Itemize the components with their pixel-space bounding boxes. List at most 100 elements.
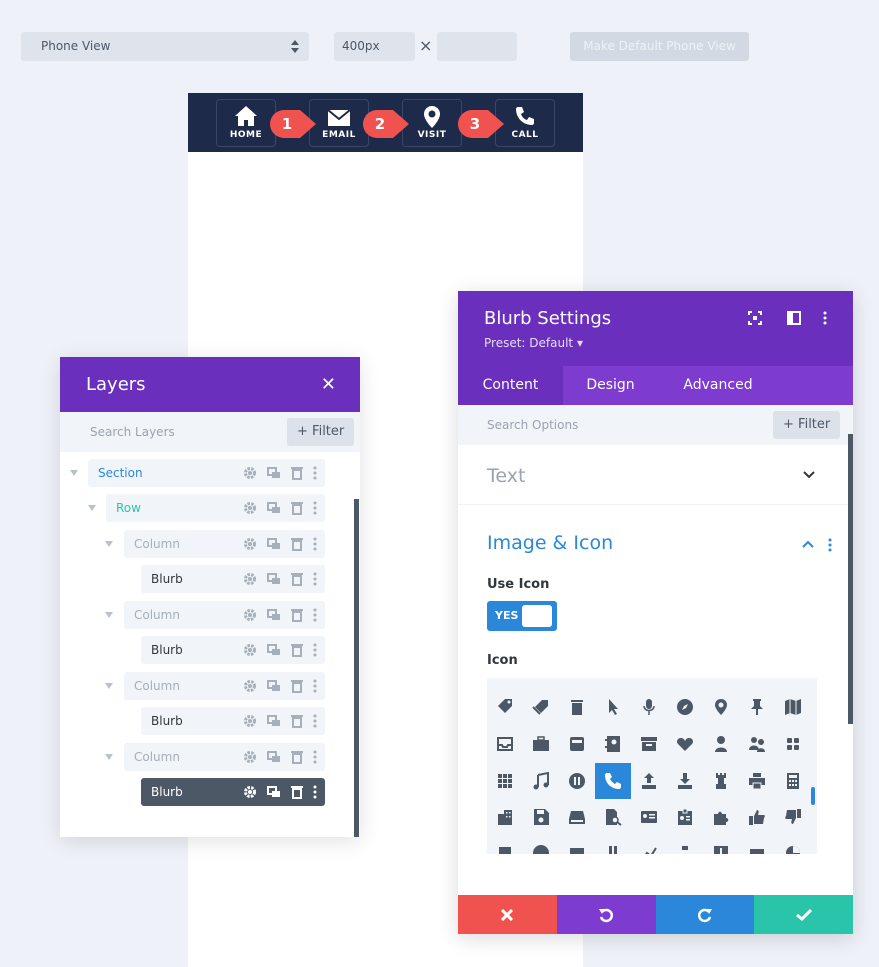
user-icon[interactable]: [703, 726, 739, 762]
more-vertical-icon[interactable]: [313, 537, 317, 551]
collapse-caret-icon[interactable]: [105, 683, 113, 689]
grid-icon[interactable]: [775, 726, 811, 762]
duplicate-icon[interactable]: [267, 501, 281, 515]
building-icon[interactable]: [487, 799, 523, 835]
collapse-caret-icon[interactable]: [105, 754, 113, 760]
apps-grid-icon[interactable]: [487, 763, 523, 799]
gear-icon[interactable]: [243, 643, 257, 657]
more-vertical-icon[interactable]: [313, 679, 317, 693]
heart-icon[interactable]: [667, 726, 703, 762]
tab-design[interactable]: Design: [563, 366, 658, 405]
more-vertical-icon[interactable]: [313, 501, 317, 515]
width-input[interactable]: 400px: [334, 32, 415, 61]
layers-search-input[interactable]: Search Layers: [90, 425, 175, 439]
trash-icon[interactable]: [291, 679, 303, 693]
layers-filter-button[interactable]: + Filter: [287, 418, 355, 446]
gear-icon[interactable]: [243, 608, 257, 622]
layer-row[interactable]: Row: [106, 494, 325, 522]
trash-icon[interactable]: [291, 501, 303, 515]
gear-icon[interactable]: [243, 785, 257, 799]
duplicate-icon[interactable]: [267, 714, 281, 728]
hard-drive-icon[interactable]: [559, 799, 595, 835]
tags-icon[interactable]: [523, 689, 559, 725]
icon-grid-scrollbar[interactable]: [811, 787, 815, 805]
more-vertical-icon[interactable]: [313, 643, 317, 657]
gear-icon[interactable]: [243, 750, 257, 764]
phone-icon-selected[interactable]: [595, 763, 631, 799]
height-input[interactable]: [437, 32, 517, 61]
tag-partial-icon[interactable]: [487, 835, 523, 854]
file-search-icon[interactable]: [595, 799, 631, 835]
focus-icon[interactable]: [748, 311, 762, 325]
tag-icon[interactable]: [487, 689, 523, 725]
more-vertical-icon[interactable]: [313, 750, 317, 764]
split-view-icon[interactable]: [787, 311, 801, 325]
duplicate-icon[interactable]: [267, 572, 281, 586]
more-vertical-icon[interactable]: [313, 785, 317, 799]
nav-home[interactable]: HOME: [216, 99, 276, 147]
more-vertical-icon[interactable]: [823, 311, 827, 325]
tab-content[interactable]: Content: [458, 366, 563, 405]
columns-icon[interactable]: [703, 835, 739, 854]
gear-icon[interactable]: [243, 537, 257, 551]
suitcase-icon[interactable]: [739, 835, 775, 854]
trash-icon[interactable]: [291, 466, 303, 480]
duplicate-icon[interactable]: [267, 750, 281, 764]
more-vertical-icon[interactable]: [313, 608, 317, 622]
trash-icon[interactable]: [291, 785, 303, 799]
layer-blurb[interactable]: Blurb: [141, 565, 325, 593]
chart-icon[interactable]: [631, 835, 667, 854]
preset-select[interactable]: Preset: Default ▾: [484, 336, 583, 350]
id-card-icon[interactable]: [631, 799, 667, 835]
trash-icon[interactable]: [291, 750, 303, 764]
map-icon[interactable]: [775, 689, 811, 725]
collapse-caret-icon[interactable]: [70, 470, 78, 476]
layer-blurb[interactable]: Blurb: [141, 707, 325, 735]
microphone-icon[interactable]: [631, 689, 667, 725]
gear-icon[interactable]: [243, 501, 257, 515]
layer-blurb-selected[interactable]: Blurb: [141, 778, 325, 806]
make-default-view-button[interactable]: Make Default Phone View: [570, 32, 749, 61]
layer-column[interactable]: Column: [124, 530, 325, 558]
more-vertical-icon[interactable]: [313, 466, 317, 480]
printer-icon[interactable]: [739, 763, 775, 799]
gear-icon[interactable]: [243, 714, 257, 728]
close-icon[interactable]: ✕: [321, 357, 336, 412]
redo-button[interactable]: [655, 895, 755, 934]
collapse-caret-icon[interactable]: [105, 541, 113, 547]
settings-search-input[interactable]: Search Options: [487, 418, 578, 432]
tab-advanced[interactable]: Advanced: [658, 366, 778, 405]
use-icon-toggle[interactable]: YES: [487, 601, 557, 631]
gear-icon[interactable]: [243, 466, 257, 480]
upload-icon[interactable]: [631, 763, 667, 799]
gear-icon[interactable]: [243, 572, 257, 586]
settings-filter-button[interactable]: + Filter: [773, 411, 841, 439]
pencil-icon[interactable]: [595, 835, 631, 854]
duplicate-icon[interactable]: [267, 643, 281, 657]
duplicate-icon[interactable]: [267, 466, 281, 480]
save-icon[interactable]: [523, 799, 559, 835]
save-button[interactable]: [754, 895, 853, 934]
puzzle-icon[interactable]: [703, 799, 739, 835]
layers-scrollbar[interactable]: [354, 499, 359, 837]
trash-icon[interactable]: [291, 537, 303, 551]
more-vertical-icon[interactable]: [313, 714, 317, 728]
chevron-up-icon[interactable]: [802, 540, 814, 548]
sitemap-icon[interactable]: [667, 835, 703, 854]
download-icon[interactable]: [667, 763, 703, 799]
compass-icon[interactable]: [667, 689, 703, 725]
more-vertical-icon[interactable]: [828, 538, 832, 552]
trash-icon[interactable]: [291, 643, 303, 657]
music-icon[interactable]: [523, 763, 559, 799]
users-icon[interactable]: [739, 726, 775, 762]
wallet-icon[interactable]: [559, 835, 595, 854]
map-pin-icon[interactable]: [703, 689, 739, 725]
layer-column[interactable]: Column: [124, 672, 325, 700]
duplicate-icon[interactable]: [267, 537, 281, 551]
duplicate-icon[interactable]: [267, 679, 281, 693]
layer-column[interactable]: Column: [124, 601, 325, 629]
chess-rook-icon[interactable]: [703, 763, 739, 799]
nav-email[interactable]: EMAIL: [309, 99, 369, 147]
trash-icon[interactable]: [291, 572, 303, 586]
view-select[interactable]: Phone View: [21, 32, 309, 61]
